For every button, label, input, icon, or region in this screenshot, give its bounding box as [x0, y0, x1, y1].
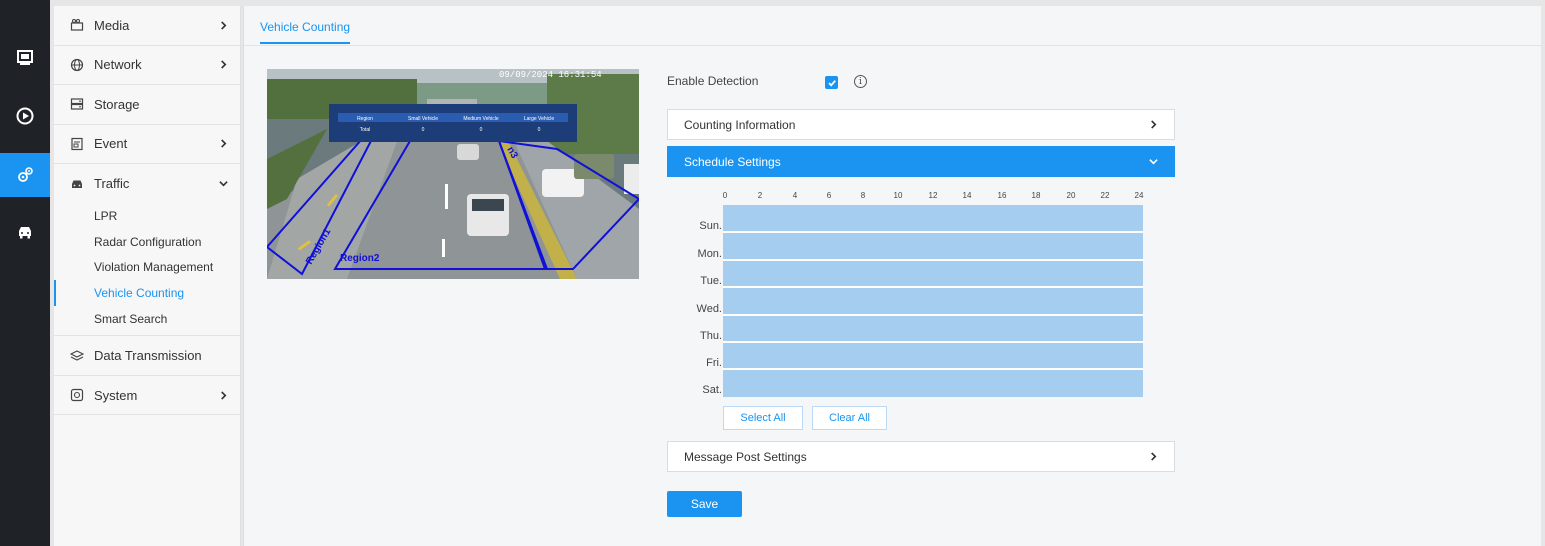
- tab-bar: Vehicle Counting: [244, 6, 1541, 46]
- region2-label: Region2: [340, 253, 380, 264]
- hour-label: 24: [1134, 191, 1144, 200]
- counting-information-label: Counting Information: [684, 117, 796, 132]
- info-icon[interactable]: i: [854, 75, 867, 88]
- tab-vehicle-counting[interactable]: Vehicle Counting: [260, 20, 351, 44]
- playback-icon[interactable]: [0, 94, 50, 138]
- save-button[interactable]: Save: [667, 491, 742, 517]
- day-label-wed: Wed.: [696, 303, 722, 315]
- grid-row-divider: [723, 231, 1143, 233]
- storage-icon: [70, 97, 84, 111]
- hour-label: 16: [997, 191, 1007, 200]
- globe-icon: [70, 58, 84, 72]
- chevron-right-icon: [218, 390, 228, 400]
- day-label-mon: Mon.: [697, 248, 722, 260]
- menu-item-system[interactable]: System: [54, 376, 240, 416]
- clear-all-button[interactable]: Clear All: [812, 406, 887, 430]
- overlay-header-medium: Medium Vehicle: [463, 116, 499, 122]
- overlay-small-count: 0: [422, 127, 425, 133]
- chevron-right-icon: [218, 20, 228, 30]
- hour-label: 18: [1031, 191, 1041, 200]
- menu-item-label: Event: [94, 136, 128, 152]
- schedule-settings-label: Schedule Settings: [684, 154, 781, 169]
- preview-timestamp: 09/09/2024 16:31:54: [499, 70, 602, 80]
- menu-item-network[interactable]: Network: [54, 46, 240, 85]
- day-label-fri: Fri.: [706, 357, 722, 369]
- schedule-settings-header[interactable]: Schedule Settings: [667, 146, 1175, 177]
- hour-label: 14: [962, 191, 972, 200]
- day-label-tue: Tue.: [700, 275, 722, 287]
- hour-label: 8: [860, 191, 866, 200]
- message-post-settings-label: Message Post Settings: [684, 449, 807, 464]
- menu-item-label: Network: [94, 57, 142, 73]
- chevron-down-icon: [218, 179, 228, 189]
- live-view-icon[interactable]: [0, 36, 50, 80]
- vehicle-icon[interactable]: [0, 210, 50, 254]
- chevron-right-icon: [218, 60, 228, 70]
- counting-information-header[interactable]: Counting Information: [667, 109, 1175, 140]
- chevron-right-icon: [218, 139, 228, 149]
- settings-panel: Enable Detection i Counting Information …: [667, 66, 1175, 472]
- system-icon: [70, 388, 84, 402]
- overlay-large-count: 0: [538, 127, 541, 133]
- hour-label: 20: [1066, 191, 1076, 200]
- layers-icon: [70, 349, 84, 363]
- media-icon: [70, 18, 84, 32]
- overlay-header-region: Region: [357, 116, 373, 122]
- overlay-header-small: Small Vehicle: [408, 116, 438, 122]
- submenu-item-radar-configuration[interactable]: Radar Configuration: [54, 229, 240, 255]
- menu-item-event[interactable]: Event: [54, 125, 240, 164]
- icon-rail: [0, 0, 50, 546]
- grid-row-divider: [723, 259, 1143, 261]
- settings-gear-icon[interactable]: [0, 153, 50, 197]
- hour-label: 4: [792, 191, 798, 200]
- settings-menu: Media Network Storage Event Traffic LPR …: [54, 6, 241, 546]
- main-content: Vehicle Counting Region1 Region2 n3 09/0…: [243, 6, 1541, 546]
- car-icon: [70, 177, 84, 191]
- hour-label: 10: [893, 191, 903, 200]
- menu-item-traffic[interactable]: Traffic: [54, 164, 240, 204]
- overlay-header-large: Large Vehicle: [524, 116, 555, 122]
- traffic-submenu: LPR Radar Configuration Violation Manage…: [54, 204, 240, 337]
- day-label-sun: Sun.: [699, 220, 722, 232]
- hour-label: 0: [722, 191, 728, 200]
- event-icon: [70, 137, 84, 151]
- chevron-right-icon: [1149, 118, 1158, 132]
- grid-row-divider: [723, 341, 1143, 343]
- chevron-right-icon: [1149, 450, 1158, 464]
- menu-item-label: Data Transmission: [94, 348, 202, 364]
- hour-label: 2: [757, 191, 763, 200]
- hour-label: 22: [1100, 191, 1110, 200]
- menu-item-label: Media: [94, 17, 130, 33]
- submenu-item-vehicle-counting[interactable]: Vehicle Counting: [54, 280, 240, 306]
- day-label-thu: Thu.: [699, 330, 722, 342]
- hour-axis: 0 2 4 6 8 10 12 14 16 18 20 22 24: [722, 191, 1144, 205]
- submenu-item-lpr[interactable]: LPR: [54, 204, 240, 230]
- grid-row-divider: [723, 286, 1143, 288]
- overlay-medium-count: 0: [480, 127, 483, 133]
- menu-item-label: System: [94, 387, 138, 403]
- message-post-settings-header[interactable]: Message Post Settings: [667, 441, 1175, 472]
- enable-detection-label: Enable Detection: [667, 74, 759, 88]
- overlay-row-total: Total: [360, 127, 371, 133]
- grid-row-divider: [723, 314, 1143, 316]
- schedule-editor: 0 2 4 6 8 10 12 14 16 18 20 22 24 Sun. M…: [667, 177, 1175, 439]
- enable-detection-row: Enable Detection i: [667, 66, 1175, 96]
- menu-item-media[interactable]: Media: [54, 6, 240, 46]
- submenu-item-violation-management[interactable]: Violation Management: [54, 255, 240, 281]
- submenu-item-smart-search[interactable]: Smart Search: [54, 306, 240, 332]
- select-all-button[interactable]: Select All: [723, 406, 803, 430]
- grid-row-divider: [723, 368, 1143, 370]
- hour-label: 12: [928, 191, 938, 200]
- menu-item-storage[interactable]: Storage: [54, 85, 240, 125]
- schedule-grid[interactable]: [723, 205, 1143, 397]
- menu-item-label: Storage: [94, 96, 140, 112]
- camera-preview: Region1 Region2 n3 09/09/2024 16:31:54 R…: [267, 69, 639, 279]
- hour-label: 6: [826, 191, 832, 200]
- menu-item-label: Traffic: [94, 176, 130, 192]
- chevron-down-icon: [1149, 155, 1158, 169]
- enable-detection-checkbox[interactable]: [825, 76, 838, 89]
- checkmark-icon: [827, 79, 836, 87]
- day-label-sat: Sat.: [702, 384, 722, 396]
- menu-item-data-transmission[interactable]: Data Transmission: [54, 336, 240, 376]
